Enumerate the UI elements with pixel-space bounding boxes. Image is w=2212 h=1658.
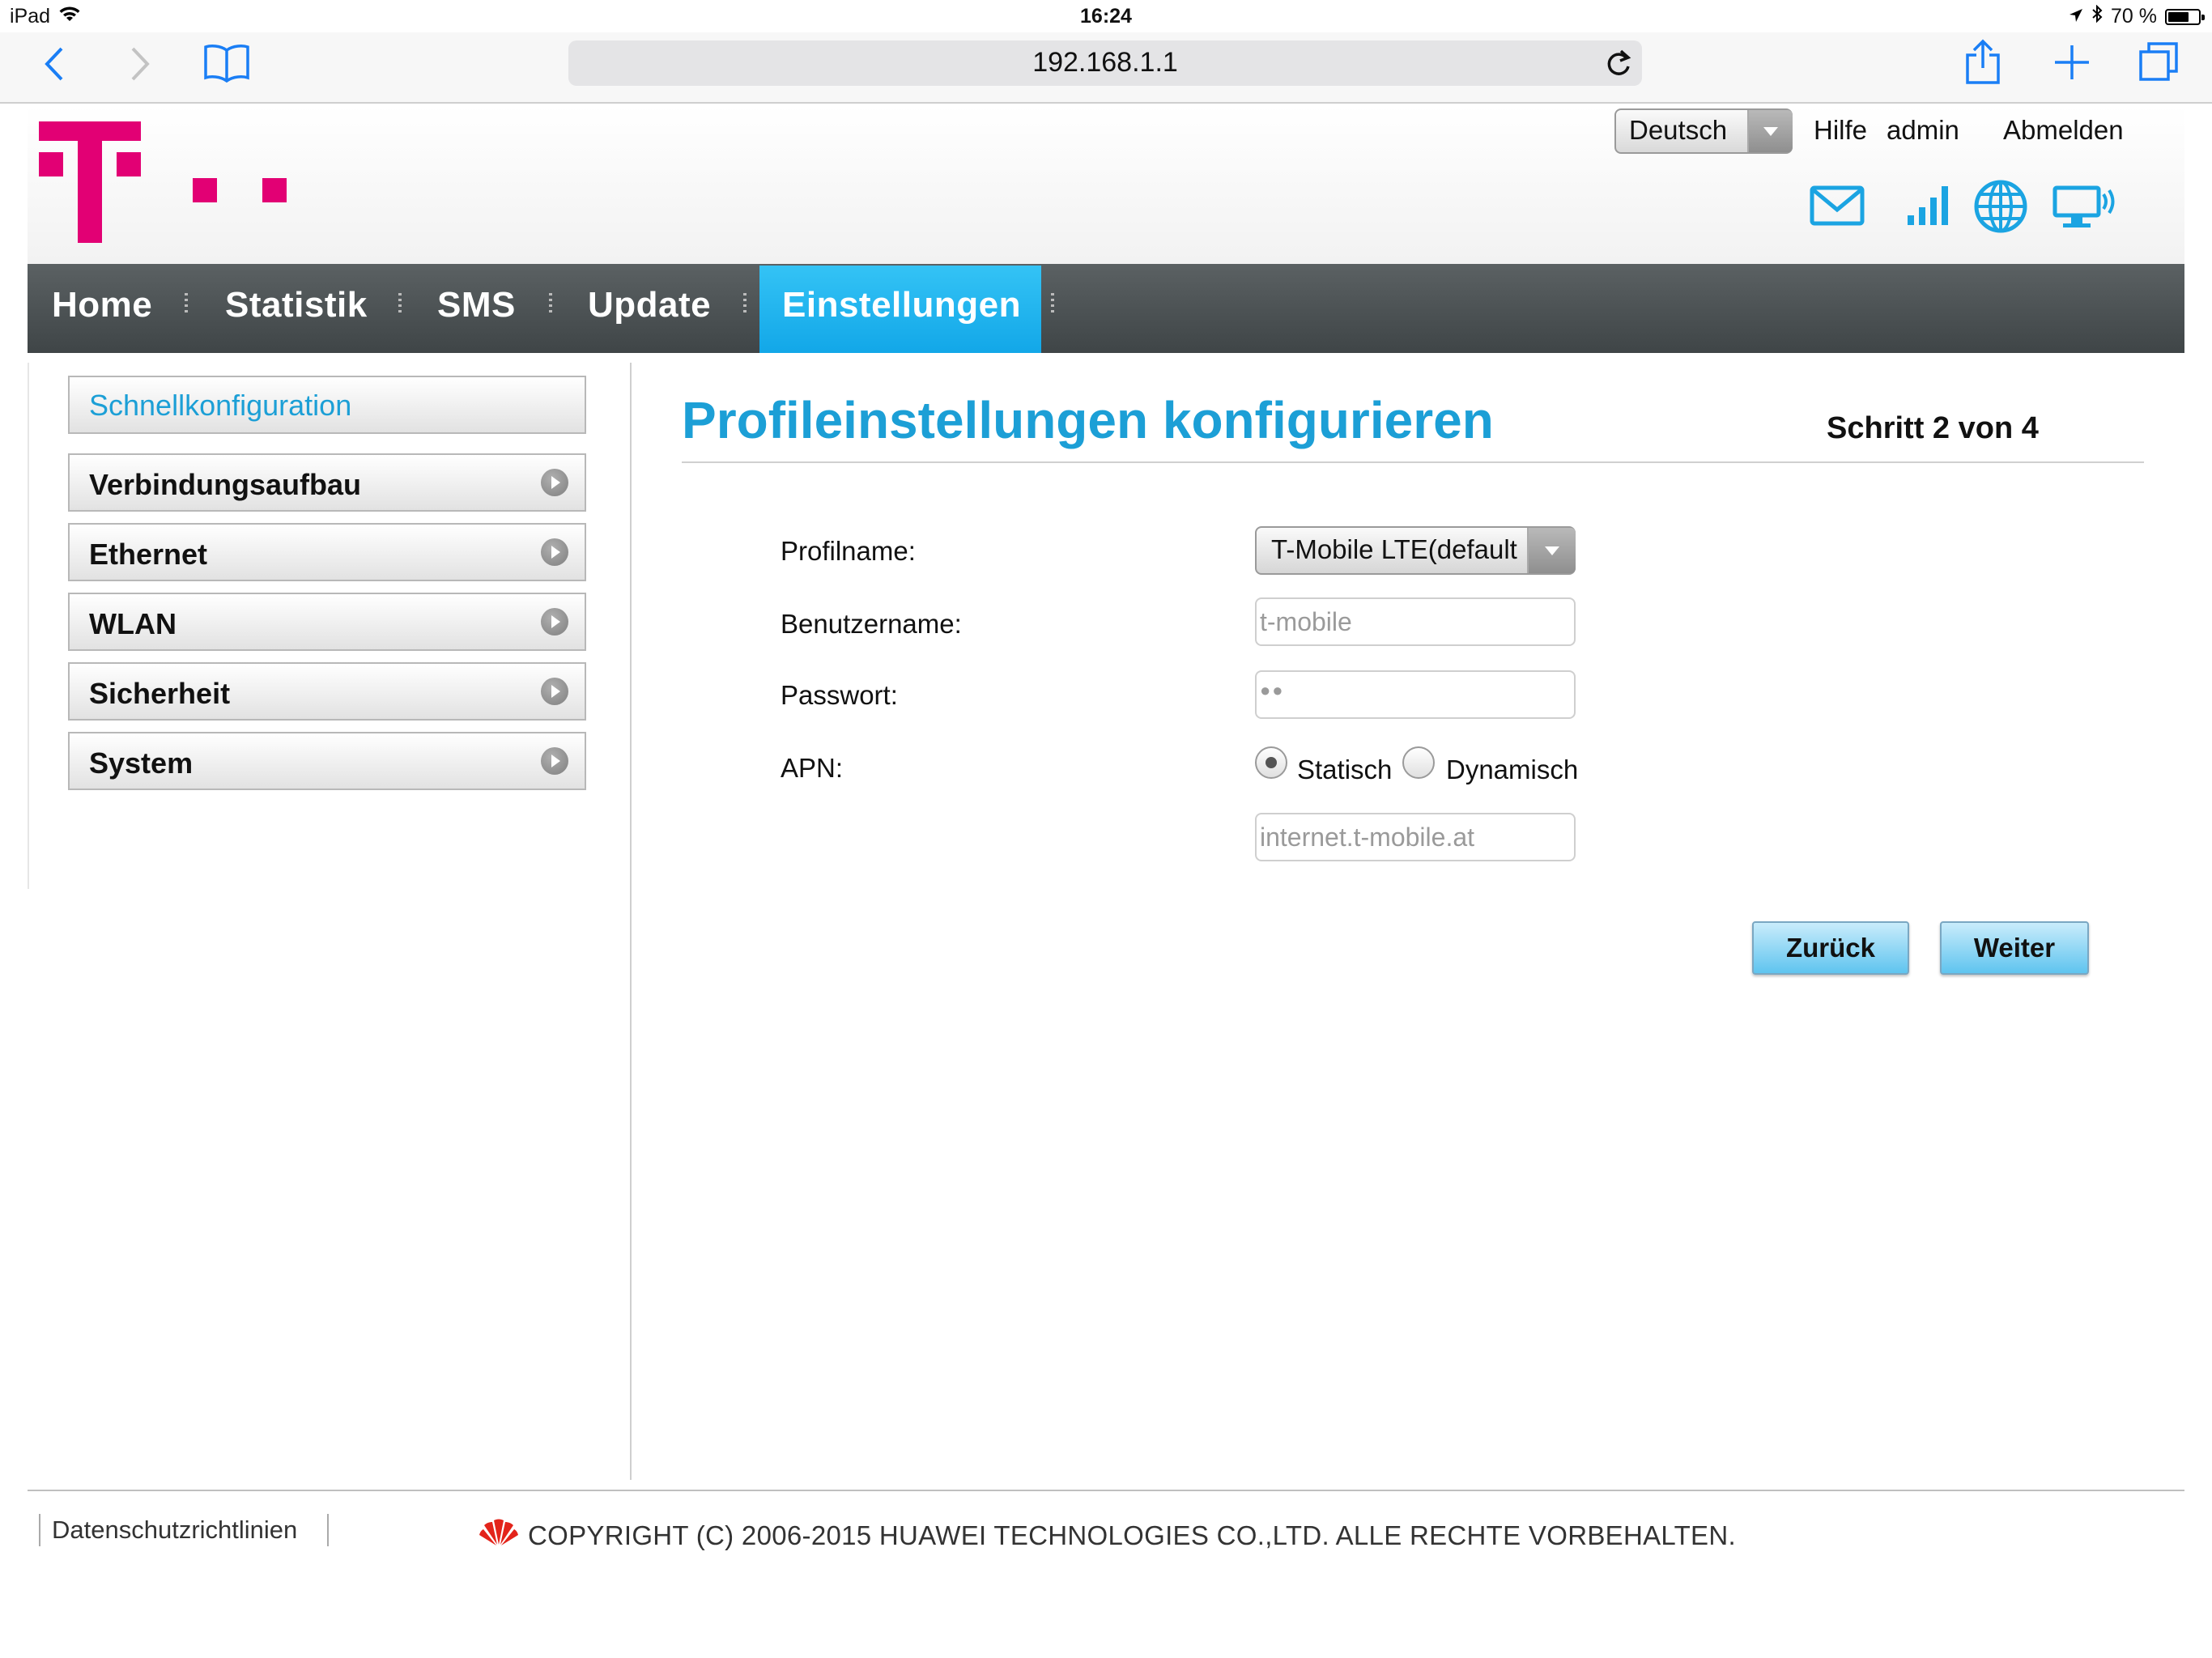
- sidebar-item-label: Sicherheit: [89, 677, 231, 710]
- globe-icon: [1972, 178, 2029, 239]
- chevron-right-circle-icon: [541, 678, 568, 705]
- huawei-logo-icon: [478, 1516, 520, 1550]
- chevron-right-circle-icon: [541, 538, 568, 566]
- tabs-overview-icon[interactable]: [2138, 40, 2180, 87]
- apn-static-label[interactable]: Statisch: [1297, 755, 1392, 785]
- nav-separator: [398, 293, 402, 312]
- chevron-right-circle-icon: [541, 747, 568, 775]
- nav-separator: [743, 293, 747, 312]
- nav-statistik[interactable]: Statistik: [225, 285, 368, 325]
- footer-divider: [28, 1490, 2184, 1491]
- step-indicator: Schritt 2 von 4: [1827, 411, 2039, 445]
- copyright-text: COPYRIGHT (C) 2006-2015 HUAWEI TECHNOLOG…: [528, 1520, 1736, 1550]
- envelope-icon[interactable]: [1809, 183, 1865, 232]
- nav-update[interactable]: Update: [588, 285, 711, 325]
- bookmarks-book-icon[interactable]: [202, 42, 251, 87]
- apn-dynamic-label[interactable]: Dynamisch: [1446, 755, 1578, 785]
- content-divider: [630, 363, 632, 1480]
- share-icon[interactable]: [1964, 39, 2001, 90]
- signal-strength-icon: [1904, 181, 1953, 232]
- url-text: 192.168.1.1: [1032, 47, 1178, 78]
- sidebar-border: [28, 363, 29, 889]
- password-label: Passwort:: [781, 680, 898, 710]
- apn-label: APN:: [781, 753, 844, 783]
- apn-value: internet.t-mobile.at: [1260, 823, 1475, 852]
- sidebar-item-label: WLAN: [89, 607, 177, 640]
- title-divider: [682, 461, 2144, 463]
- apn-static-radio[interactable]: [1255, 746, 1287, 779]
- nav-separator: [549, 293, 552, 312]
- logout-link[interactable]: Abmelden: [2003, 115, 2124, 146]
- chevron-down-icon[interactable]: [1747, 110, 1793, 152]
- password-value: ●●: [1260, 680, 1285, 700]
- language-value: Deutsch: [1629, 115, 1728, 145]
- password-field[interactable]: [1255, 670, 1576, 719]
- sidebar-item-label: Ethernet: [89, 538, 208, 571]
- help-link[interactable]: Hilfe: [1814, 115, 1867, 146]
- nav-separator: [1051, 293, 1054, 312]
- status-bar: iPad 16:24 70 %: [0, 0, 2212, 32]
- new-tab-plus-icon[interactable]: [2053, 44, 2091, 85]
- wifi-devices-monitor-icon: [2052, 185, 2120, 234]
- bluetooth-icon: [2091, 4, 2103, 28]
- footer-separator: [327, 1514, 329, 1546]
- reload-icon[interactable]: [1605, 49, 1632, 82]
- sidebar-item-label: Verbindungsaufbau: [89, 468, 362, 501]
- username-value: t-mobile: [1260, 607, 1352, 636]
- nav-home[interactable]: Home: [52, 285, 152, 325]
- status-time: 16:24: [1080, 5, 1132, 28]
- sidebar-item-label: System: [89, 746, 194, 780]
- sidebar-item-label: Schnellkonfiguration: [89, 389, 352, 422]
- nav-einstellungen[interactable]: Einstellungen: [782, 285, 1021, 325]
- back-button[interactable]: Zurück: [1752, 921, 1909, 975]
- nav-separator: [185, 293, 188, 312]
- chevron-right-circle-icon: [541, 608, 568, 636]
- privacy-link[interactable]: Datenschutzrichtlinien: [52, 1516, 297, 1545]
- username-label: Benutzername:: [781, 609, 962, 639]
- nav-sms[interactable]: SMS: [437, 285, 516, 325]
- user-link[interactable]: admin: [1887, 115, 1959, 146]
- battery-icon: [2165, 8, 2205, 25]
- battery-percentage: 70 %: [2111, 5, 2157, 28]
- profile-name-label: Profilname:: [781, 536, 916, 566]
- battery-fill: [2168, 11, 2189, 22]
- forward-chevron-icon[interactable]: [128, 45, 152, 87]
- footer-separator: [39, 1514, 40, 1546]
- location-arrow-icon: [2069, 5, 2083, 28]
- chevron-right-circle-icon: [541, 469, 568, 496]
- apn-dynamic-radio[interactable]: [1402, 746, 1435, 779]
- chevron-down-icon[interactable]: [1527, 528, 1576, 573]
- telekom-logo[interactable]: [39, 121, 298, 247]
- next-button[interactable]: Weiter: [1940, 921, 2089, 975]
- page-title: Profileinstellungen konfigurieren: [682, 391, 1494, 449]
- back-chevron-icon[interactable]: [42, 45, 66, 87]
- profile-name-value: T-Mobile LTE(default): [1271, 534, 1517, 564]
- status-right: 70 %: [2069, 4, 2205, 28]
